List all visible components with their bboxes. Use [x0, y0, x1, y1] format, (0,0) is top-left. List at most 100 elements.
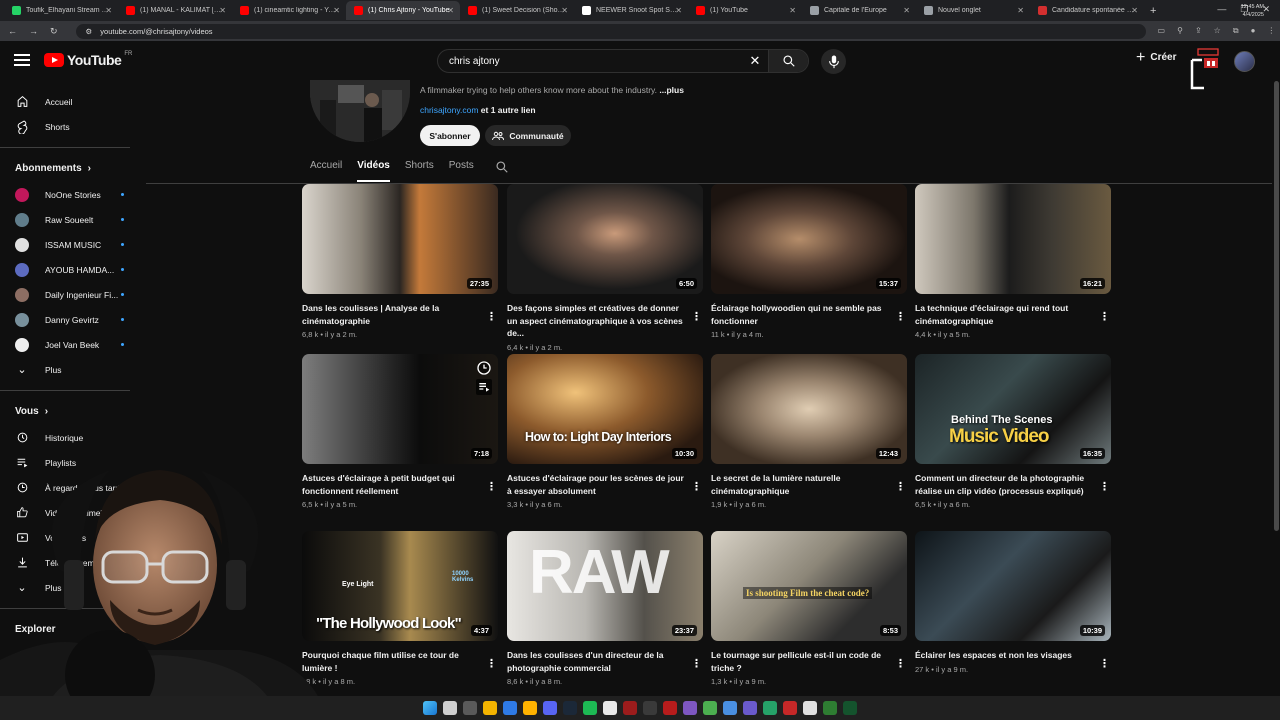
- video-thumbnail[interactable]: 27:35: [302, 184, 498, 294]
- zoom-icon[interactable]: ⚲: [1177, 26, 1183, 36]
- channel-avatar[interactable]: [310, 80, 410, 142]
- site-info-icon[interactable]: ⚙: [86, 27, 93, 36]
- sidebar-item-history[interactable]: Historique: [0, 425, 146, 450]
- notion-icon[interactable]: [603, 701, 617, 715]
- back-icon[interactable]: ←: [8, 26, 17, 36]
- channel-link[interactable]: chrisajtony.com: [420, 105, 478, 115]
- browser-tab[interactable]: (1) MANAL - KALIMAT [Officia✕: [118, 1, 232, 20]
- video-title[interactable]: Le secret de la lumière naturelle cinéma…: [711, 472, 891, 497]
- app-icon[interactable]: [723, 701, 737, 715]
- video-title[interactable]: Comment un directeur de la photographie …: [915, 472, 1095, 497]
- obs-icon[interactable]: [643, 701, 657, 715]
- create-button[interactable]: + Créer: [1136, 49, 1176, 65]
- browser-tab[interactable]: (1) YouTube ✕: [688, 1, 802, 20]
- sidebar-item-subscription[interactable]: Danny Gevirtz: [0, 307, 146, 332]
- tab-close-icon[interactable]: ✕: [561, 6, 568, 15]
- app-icon[interactable]: [823, 701, 837, 715]
- browser-tab[interactable]: Toufik_Elhayani Stream - Wats✕: [4, 1, 118, 20]
- video-thumbnail[interactable]: RAW 23:37: [507, 531, 703, 641]
- video-card[interactable]: RAW 23:37 Dans les coulisses d'un directeu…: [507, 531, 703, 686]
- more-options-icon[interactable]: ⋮: [691, 657, 702, 670]
- system-tray-clock[interactable]: 12:45 AM 4/4/2025: [1241, 3, 1264, 19]
- video-card[interactable]: "The Hollywood Look" Eye Light 10000 Kelvi…: [302, 531, 498, 686]
- video-title[interactable]: Éclairage hollywoodien qui ne semble pas…: [711, 302, 891, 327]
- sidebar-item-subscription[interactable]: ISSAM MUSIC: [0, 232, 146, 257]
- video-title[interactable]: Des façons simples et créatives de donne…: [507, 302, 687, 340]
- spotify-icon[interactable]: [583, 701, 597, 715]
- profile-icon[interactable]: ●: [1251, 26, 1256, 36]
- sidebar-item-accueil[interactable]: Accueil: [0, 89, 146, 114]
- scroll-thumb[interactable]: [1274, 81, 1279, 531]
- search-taskbar-icon[interactable]: [443, 701, 457, 715]
- tab-close-icon[interactable]: ✕: [1131, 6, 1138, 15]
- browser-tab[interactable]: Candidature spontanée – Réd✕: [1030, 1, 1144, 20]
- video-title[interactable]: La technique d'éclairage qui rend tout c…: [915, 302, 1095, 327]
- video-card[interactable]: How to: Light Day Interiors 10:30 Astuces …: [507, 354, 703, 509]
- tab-close-icon[interactable]: ✕: [903, 6, 910, 15]
- browser-tab[interactable]: (1) Chris Ajtony - YouTube ✕: [346, 1, 460, 20]
- video-thumbnail[interactable]: Is shooting Film the cheat code? 8:53: [711, 531, 907, 641]
- tab-close-icon[interactable]: ✕: [219, 6, 226, 15]
- tab-close-icon[interactable]: ✕: [675, 6, 682, 15]
- video-title[interactable]: Astuces d'éclairage pour les scènes de j…: [507, 472, 687, 497]
- more-options-icon[interactable]: ⋮: [895, 657, 906, 670]
- video-card[interactable]: 27:35 Dans les coulisses | Analyse de la …: [302, 184, 498, 339]
- more-options-icon[interactable]: ⋮: [486, 310, 497, 323]
- url-field[interactable]: ⚙ youtube.com/@chrisajtony/videos: [75, 23, 1146, 39]
- more-options-icon[interactable]: ⋮: [1099, 480, 1110, 493]
- more-options-icon[interactable]: ⋮: [895, 480, 906, 493]
- more-options-icon[interactable]: ⋮: [1099, 657, 1110, 670]
- video-thumbnail[interactable]: How to: Light Day Interiors 10:30: [507, 354, 703, 464]
- tab-close-icon[interactable]: ✕: [789, 6, 796, 15]
- app-icon[interactable]: [703, 701, 717, 715]
- task-view-icon[interactable]: [463, 701, 477, 715]
- app-icon[interactable]: [843, 701, 857, 715]
- tab-close-icon[interactable]: ✕: [333, 6, 340, 15]
- video-title[interactable]: Dans les coulisses d'un directeur de la …: [507, 649, 687, 674]
- video-card[interactable]: 6:50 Des façons simples et créatives de d…: [507, 184, 703, 352]
- video-title[interactable]: Dans les coulisses | Analyse de la ciném…: [302, 302, 482, 327]
- tab-videos[interactable]: Vidéos: [357, 160, 390, 182]
- video-card[interactable]: Is shooting Film the cheat code? 8:53 Le t…: [711, 531, 907, 686]
- page-scrollbar[interactable]: [1272, 81, 1280, 696]
- video-title[interactable]: Astuces d'éclairage à petit budget qui f…: [302, 472, 482, 497]
- browser-tab[interactable]: (1) Sweet Decision (Short Film✕: [460, 1, 574, 20]
- tab-accueil[interactable]: Accueil: [310, 160, 342, 182]
- edge-icon[interactable]: [503, 701, 517, 715]
- tab-close-icon[interactable]: ✕: [447, 6, 454, 15]
- more-options-icon[interactable]: ⋮: [486, 657, 497, 670]
- sidebar-item-shorts[interactable]: Shorts: [0, 114, 146, 139]
- share-icon[interactable]: ⇪: [1195, 26, 1202, 36]
- premiere-icon[interactable]: [623, 701, 637, 715]
- tab-posts[interactable]: Posts: [449, 160, 474, 182]
- search-button[interactable]: [768, 50, 808, 72]
- video-card[interactable]: 10:39 Éclairer les espaces et non les vis…: [915, 531, 1111, 674]
- channel-description[interactable]: A filmmaker trying to help others know m…: [420, 85, 684, 95]
- search-input[interactable]: [438, 55, 742, 67]
- more-options-icon[interactable]: ⋮: [486, 480, 497, 493]
- video-thumbnail[interactable]: 15:37: [711, 184, 907, 294]
- browser-tab[interactable]: NEEWER Snoot Spot Snoot w✕: [574, 1, 688, 20]
- sidebar-item-subscription[interactable]: NoOne Stories: [0, 182, 146, 207]
- browser-tab[interactable]: (1) cineamtic lighting - YouTu ✕: [232, 1, 346, 20]
- app-icon[interactable]: [803, 701, 817, 715]
- steam-icon[interactable]: [563, 701, 577, 715]
- video-thumbnail[interactable]: 10:39: [915, 531, 1111, 641]
- browser-menu-icon[interactable]: ⋮: [1267, 26, 1275, 36]
- you-header[interactable]: Vous ›: [0, 397, 146, 425]
- extensions-icon[interactable]: ⧉: [1233, 26, 1239, 36]
- cast-icon[interactable]: ▭: [1158, 26, 1166, 36]
- subscriptions-more[interactable]: ⌄ Plus: [0, 357, 146, 382]
- more-options-icon[interactable]: ⋮: [691, 480, 702, 493]
- other-links[interactable]: et 1 autre lien: [478, 105, 536, 115]
- video-thumbnail[interactable]: 6:50: [507, 184, 703, 294]
- sidebar-item-subscription[interactable]: Raw Soueelt: [0, 207, 146, 232]
- community-button[interactable]: Communauté: [485, 125, 571, 146]
- channel-search-icon[interactable]: [495, 160, 509, 174]
- sidebar-item-subscription[interactable]: Daily Ingenieur Fi...: [0, 282, 146, 307]
- video-card[interactable]: 12:43 Le secret de la lumière naturelle c…: [711, 354, 907, 509]
- video-card[interactable]: Behind The Scenes Music Video 16:35 Comment…: [915, 354, 1111, 509]
- app-icon[interactable]: [743, 701, 757, 715]
- minimize-icon[interactable]: —: [1217, 4, 1226, 15]
- browser-tab[interactable]: Nouvel onglet ✕: [916, 1, 1030, 20]
